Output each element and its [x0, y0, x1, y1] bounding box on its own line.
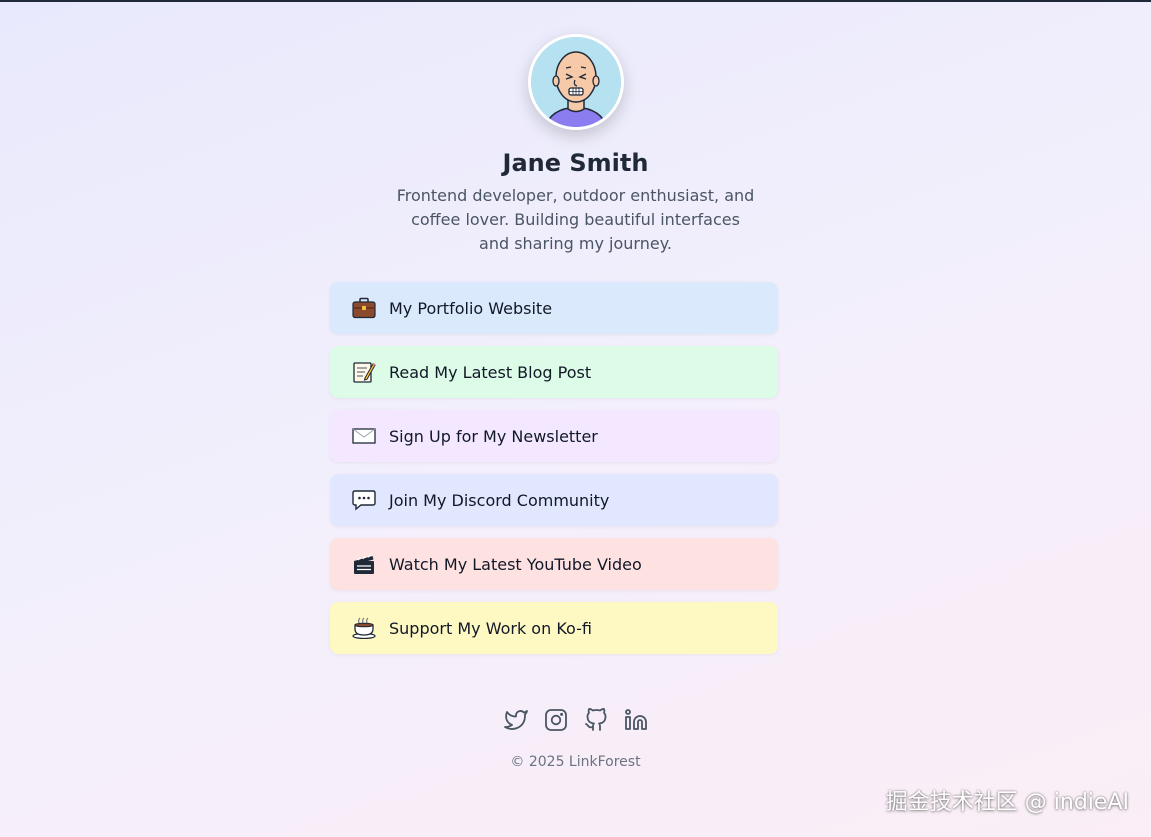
- link-label: Read My Latest Blog Post: [389, 362, 592, 382]
- profile-section: Jane Smith Frontend developer, outdoor e…: [0, 34, 1151, 256]
- link-label: Sign Up for My Newsletter: [389, 426, 598, 446]
- link-portfolio[interactable]: My Portfolio Website: [330, 282, 778, 334]
- link-youtube[interactable]: Watch My Latest YouTube Video: [330, 538, 778, 590]
- profile-name: Jane Smith: [502, 149, 649, 177]
- link-label: Watch My Latest YouTube Video: [389, 554, 642, 574]
- memo-icon: [351, 359, 377, 385]
- social-links: [0, 708, 1151, 732]
- envelope-icon: [351, 423, 377, 449]
- briefcase-icon: [351, 295, 377, 321]
- link-blog-post[interactable]: Read My Latest Blog Post: [330, 346, 778, 398]
- footer-copyright: © 2025 LinkForest: [510, 754, 641, 770]
- link-label: Join My Discord Community: [389, 490, 610, 510]
- link-newsletter[interactable]: Sign Up for My Newsletter: [330, 410, 778, 462]
- github-icon[interactable]: [584, 708, 608, 732]
- coffee-cup-icon: [351, 615, 377, 641]
- twitter-icon[interactable]: [503, 708, 528, 732]
- top-border: [0, 0, 1151, 2]
- instagram-icon[interactable]: [544, 708, 568, 732]
- link-kofi[interactable]: Support My Work on Ko-fi: [330, 602, 778, 654]
- link-list: My Portfolio Website Read My Latest Blog…: [330, 282, 778, 666]
- link-label: My Portfolio Website: [389, 298, 553, 318]
- avatar-illustration: [530, 37, 621, 127]
- profile-bio: Frontend developer, outdoor enthusiast, …: [396, 186, 755, 253]
- watermark: 掘金技术社区 @ indieAI: [885, 790, 1129, 815]
- clapperboard-icon: [351, 551, 377, 577]
- chat-bubble-icon: [351, 487, 377, 513]
- linkedin-icon[interactable]: [624, 708, 648, 732]
- avatar: [527, 34, 624, 130]
- link-label: Support My Work on Ko-fi: [389, 618, 592, 638]
- link-discord[interactable]: Join My Discord Community: [330, 474, 778, 526]
